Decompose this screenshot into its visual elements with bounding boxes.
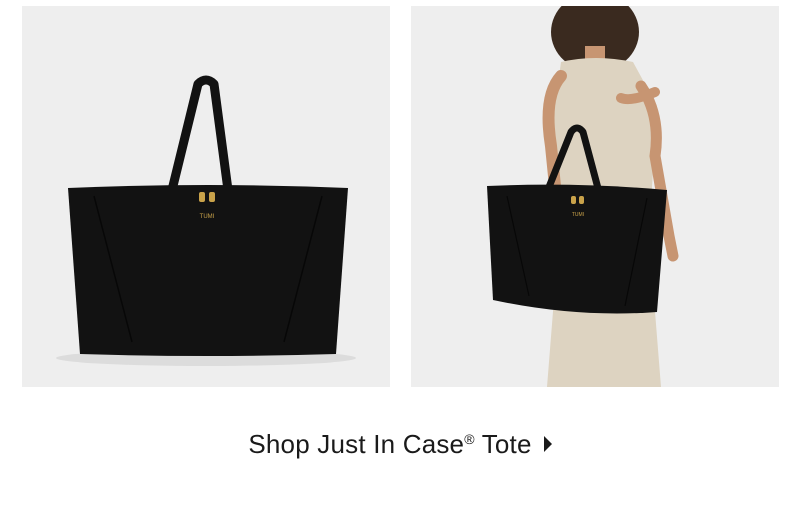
model-with-tote-illustration: TUMI bbox=[487, 6, 679, 387]
tote-bag-illustration: TUMI bbox=[56, 75, 356, 366]
product-image-tote[interactable]: TUMI bbox=[22, 6, 390, 387]
shop-tote-link[interactable]: Shop Just In Case® Tote bbox=[0, 422, 800, 466]
caret-right-icon bbox=[543, 436, 552, 452]
brand-mark: TUMI bbox=[200, 214, 215, 220]
lifestyle-image-tote[interactable]: TUMI bbox=[411, 6, 779, 387]
shop-tote-label: Shop Just In Case® Tote bbox=[248, 428, 532, 459]
brand-mark-small: TUMI bbox=[572, 212, 584, 218]
registered-mark: ® bbox=[464, 430, 475, 447]
